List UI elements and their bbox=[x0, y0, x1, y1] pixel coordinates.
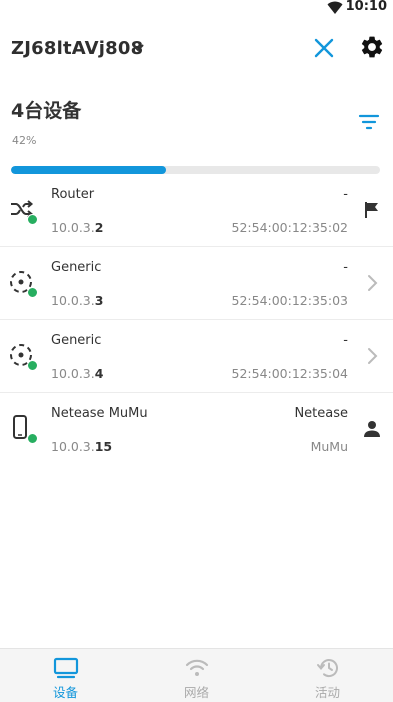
device-list: Router - 10.0.3.2 52:54:00:12:35:02 Gene… bbox=[0, 174, 393, 466]
device-mac: 52:54:00:12:35:04 bbox=[231, 366, 349, 381]
nav-tab-devices[interactable]: 设备 bbox=[0, 649, 131, 702]
device-ip: 10.0.3.3 bbox=[51, 293, 104, 308]
online-status-dot bbox=[27, 360, 38, 371]
scan-progress-percent: 42% bbox=[12, 134, 37, 147]
nav-tab-activity[interactable]: 活动 bbox=[262, 649, 393, 702]
bottom-nav: 设备 网络 活动 bbox=[0, 648, 393, 702]
device-mac: 52:54:00:12:35:02 bbox=[231, 220, 349, 235]
phone-icon bbox=[8, 415, 40, 445]
gear-icon[interactable] bbox=[359, 34, 385, 60]
status-bar: 10:10 bbox=[0, 0, 393, 16]
device-name: Generic bbox=[51, 333, 102, 348]
device-vendor: - bbox=[343, 187, 348, 202]
chevron-right-icon[interactable] bbox=[361, 272, 383, 294]
device-vendor: Netease bbox=[294, 406, 348, 421]
generic-device-icon bbox=[8, 269, 40, 299]
scan-progress-bar bbox=[11, 166, 380, 174]
online-status-dot bbox=[27, 433, 38, 444]
flag-icon[interactable] bbox=[361, 199, 383, 221]
close-icon[interactable] bbox=[311, 35, 337, 61]
wifi-signal-icon bbox=[327, 0, 343, 19]
history-icon bbox=[315, 657, 341, 679]
device-mac: MuMu bbox=[310, 439, 348, 454]
device-ip: 10.0.3.2 bbox=[51, 220, 104, 235]
device-ip: 10.0.3.4 bbox=[51, 366, 104, 381]
person-icon[interactable] bbox=[361, 418, 383, 440]
device-row-router[interactable]: Router - 10.0.3.2 52:54:00:12:35:02 bbox=[0, 174, 393, 247]
filter-icon[interactable] bbox=[357, 111, 381, 133]
device-ip: 10.0.3.15 bbox=[51, 439, 113, 454]
chevron-right-icon[interactable] bbox=[361, 345, 383, 367]
nav-label: 活动 bbox=[314, 685, 340, 700]
online-status-dot bbox=[27, 287, 38, 298]
online-status-dot bbox=[27, 214, 38, 225]
device-vendor: - bbox=[343, 333, 348, 348]
router-shuffle-icon bbox=[8, 196, 40, 226]
wifi-icon bbox=[184, 657, 210, 679]
monitor-icon bbox=[53, 657, 79, 679]
device-row-generic[interactable]: Generic - 10.0.3.3 52:54:00:12:35:03 bbox=[0, 247, 393, 320]
device-row-netease-mumu[interactable]: Netease MuMu Netease 10.0.3.15 MuMu bbox=[0, 393, 393, 466]
generic-device-icon bbox=[8, 342, 40, 372]
device-name: Generic bbox=[51, 260, 102, 275]
device-mac: 52:54:00:12:35:03 bbox=[231, 293, 349, 308]
scan-progress-fill bbox=[11, 166, 166, 174]
device-name: Router bbox=[51, 187, 95, 202]
device-row-generic[interactable]: Generic - 10.0.3.4 52:54:00:12:35:04 bbox=[0, 320, 393, 393]
nav-label: 设备 bbox=[52, 685, 78, 700]
device-vendor: - bbox=[343, 260, 348, 275]
nav-label: 网络 bbox=[183, 685, 209, 700]
app-bar: ZJ68ltAVj808 bbox=[0, 30, 393, 66]
network-name-selector[interactable]: ZJ68ltAVj808 bbox=[11, 38, 143, 59]
status-time: 10:10 bbox=[345, 0, 387, 14]
nav-tab-network[interactable]: 网络 bbox=[131, 649, 262, 702]
chevron-down-icon[interactable] bbox=[131, 40, 145, 59]
device-count-heading: 4台设备 bbox=[11, 100, 82, 122]
device-name: Netease MuMu bbox=[51, 406, 148, 421]
